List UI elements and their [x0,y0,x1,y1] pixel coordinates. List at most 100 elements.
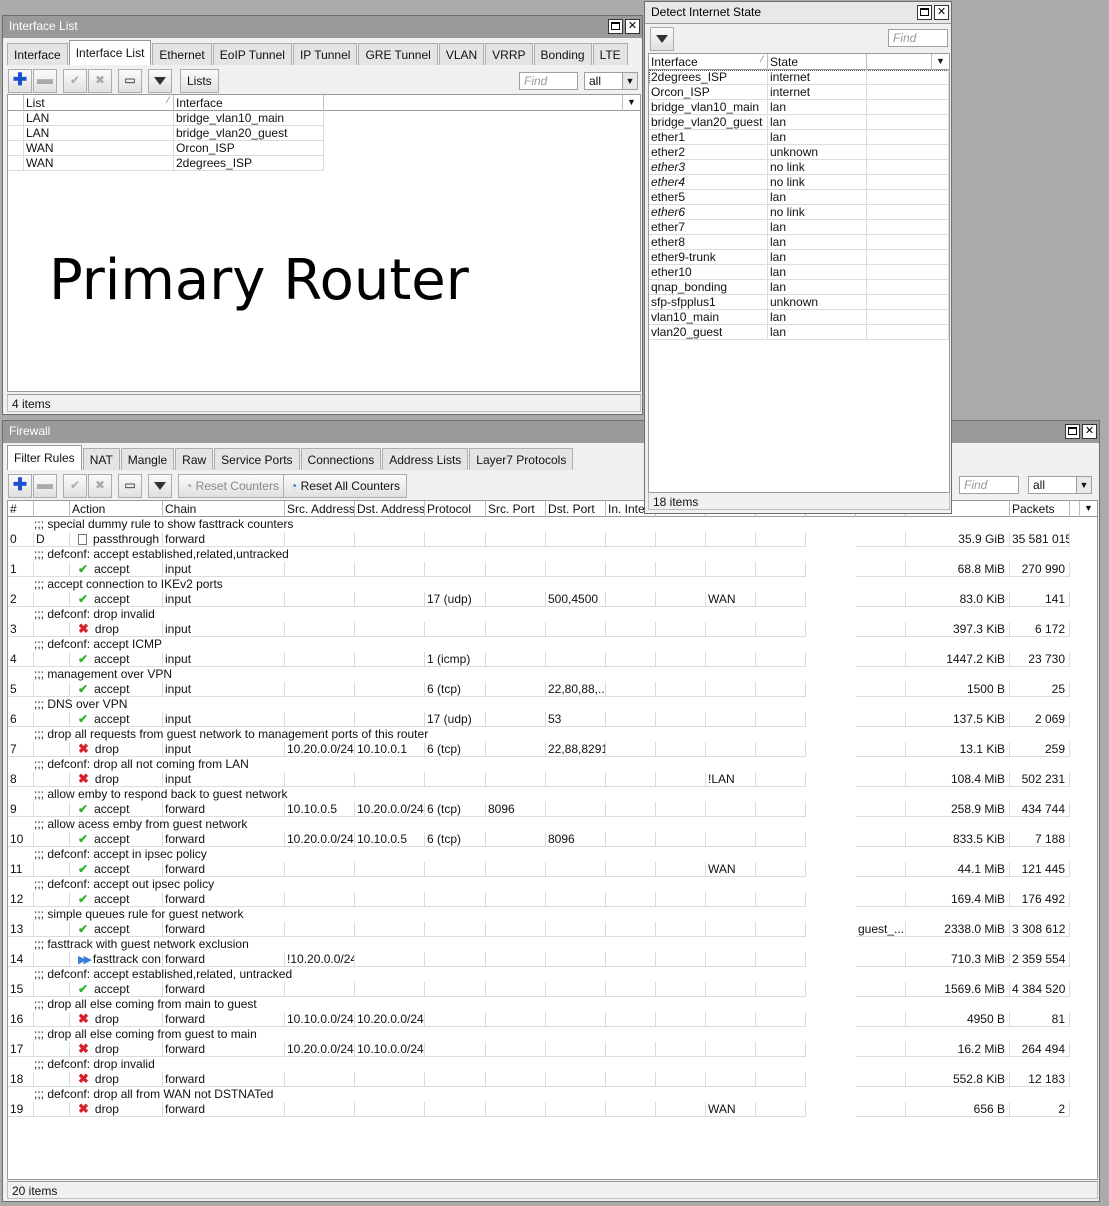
remove-button[interactable]: ▬ [33,69,57,93]
table-row[interactable]: ether7 lan [649,220,949,235]
comment-row[interactable]: ;;; defconf: accept ICMP [8,637,1097,652]
comment-row[interactable]: ;;; simple queues rule for guest network [8,907,1097,922]
tab-interface[interactable]: Interface [7,43,68,65]
table-row[interactable]: 13 ✔ accept forward guest_... 2338.0 MiB 3 308… [8,922,1097,937]
remove-button[interactable]: ▬ [33,474,57,498]
detect-internet-titlebar[interactable]: Detect Internet State ✕ [645,2,951,24]
tab-ethernet[interactable]: Ethernet [152,43,212,65]
table-row[interactable]: 9 ✔ accept forward 10.10.0.5 10.20.0.0/24 6 (t… [8,802,1097,817]
table-row[interactable]: 12 ✔ accept forward 169.4 MiB 176 492 [8,892,1097,907]
table-row[interactable]: 2degrees_ISP internet [649,70,949,85]
comment-row[interactable]: ;;; fasttrack with guest network exclusi… [8,937,1097,952]
table-row[interactable]: 5 ✔ accept input 6 (tcp) 22,80,88,... 1500 B 25 [8,682,1097,697]
comment-row[interactable]: ;;; defconf: drop all not coming from LA… [8,757,1097,772]
table-row[interactable]: ether4 no link [649,175,949,190]
filter-button[interactable] [148,69,172,93]
comment-button[interactable]: ▭ [118,474,142,498]
tab-ip-tunnel[interactable]: IP Tunnel [292,43,358,65]
lists-button[interactable]: Lists [180,69,219,93]
table-row[interactable]: 11 ✔ accept forward WAN 44.1 MiB 121 445 [8,862,1097,877]
interface-list-titlebar[interactable]: Interface List ✕ [3,16,642,38]
find-input[interactable]: Find [888,29,948,47]
table-row[interactable]: ether8 lan [649,235,949,250]
column-chooser-icon[interactable]: ▼ [1079,501,1097,517]
table-row[interactable]: 2 ✔ accept input 17 (udp) 500,4500 WAN 83.0 KiB… [8,592,1097,607]
table-row[interactable]: 7 ✖ drop input 10.20.0.0/24 10.10.0.1 6 (tcp) 2… [8,742,1097,757]
tab-nat[interactable]: NAT [82,448,120,470]
table-row[interactable]: 3 ✖ drop input 397.3 KiB 6 172 [8,622,1097,637]
table-row[interactable]: 19 ✖ drop forward WAN 656 B2 [8,1102,1097,1117]
tab-filter-rules[interactable]: Filter Rules [7,445,82,470]
comment-row[interactable]: ;;; allow emby to respond back to guest … [8,787,1097,802]
find-input[interactable]: Find [519,72,578,90]
table-row[interactable]: vlan20_guest lan [649,325,949,340]
table-row[interactable]: 1 ✔ accept input 68.8 MiB 270 990 [8,562,1097,577]
disable-button[interactable]: ✖ [88,474,112,498]
column-chooser-icon[interactable]: ▼ [931,54,949,70]
column-header-protocol[interactable]: Protocol [425,501,486,517]
table-row[interactable]: LAN bridge_vlan20_guest [8,126,640,141]
disable-button[interactable]: ✖ [88,69,112,93]
table-row[interactable]: 17 ✖ drop forward 10.20.0.0/24 10.10.0.0/24 16… [8,1042,1097,1057]
column-header-chain[interactable]: Chain [163,501,285,517]
table-row[interactable]: Orcon_ISP internet [649,85,949,100]
column-header-interface[interactable]: Interface ⁄ [649,54,768,70]
table-row[interactable]: ether2 unknown [649,145,949,160]
table-row[interactable]: bridge_vlan10_main lan [649,100,949,115]
comment-row[interactable]: ;;; defconf: accept in ipsec policy [8,847,1097,862]
reset-counters-button[interactable]: ◔ Reset Counters [178,474,286,498]
comment-row[interactable]: ;;; DNS over VPN [8,697,1097,712]
column-header-number[interactable]: # [8,501,34,517]
enable-button[interactable]: ✔ [63,474,87,498]
filter-select[interactable]: all ▼ [1028,476,1092,494]
column-header-list[interactable]: List ⁄ [24,95,174,111]
add-button[interactable]: ✚ [8,69,32,93]
table-row[interactable]: bridge_vlan20_guest lan [649,115,949,130]
table-row[interactable]: qnap_bonding lan [649,280,949,295]
comment-row[interactable]: ;;; drop all else coming from main to gu… [8,997,1097,1012]
table-row[interactable]: 0 Dpassthrough forward 35.9 GiB 35 581 015 [8,532,1097,547]
comment-row[interactable]: ;;; defconf: accept out ipsec policy [8,877,1097,892]
column-header-packets[interactable]: Packets [1010,501,1070,517]
add-button[interactable]: ✚ [8,474,32,498]
comment-row[interactable]: ;;; drop all requests from guest network… [8,727,1097,742]
table-row[interactable]: ether9-trunk lan [649,250,949,265]
tab-layer7-protocols[interactable]: Layer7 Protocols [469,448,574,470]
table-row[interactable]: WAN 2degrees_ISP [8,156,640,171]
comment-row[interactable]: ;;; defconf: drop all from WAN not DSTNA… [8,1087,1097,1102]
tab-connections[interactable]: Connections [300,448,382,470]
column-header-dst-address[interactable]: Dst. Address [355,501,425,517]
column-header-interface[interactable]: Interface [174,95,324,111]
maximize-button[interactable] [917,5,932,20]
comment-row[interactable]: ;;; management over VPN [8,667,1097,682]
table-row[interactable]: ether3 no link [649,160,949,175]
close-button[interactable]: ✕ [934,5,949,20]
comment-row[interactable]: ;;; drop all else coming from guest to m… [8,1027,1097,1042]
tab-vlan[interactable]: VLAN [438,43,485,65]
column-header-dst-port[interactable]: Dst. Port [546,501,606,517]
table-row[interactable]: 4 ✔ accept input 1 (icmp) 1447.2 KiB 23 730 [8,652,1097,667]
comment-button[interactable]: ▭ [118,69,142,93]
tab-mangle[interactable]: Mangle [120,448,175,470]
tab-address-lists[interactable]: Address Lists [382,448,469,470]
table-row[interactable]: 16 ✖ drop forward 10.10.0.0/24 10.20.0.0/24 49… [8,1012,1097,1027]
table-row[interactable]: ether6 no link [649,205,949,220]
comment-row[interactable]: ;;; defconf: drop invalid [8,1057,1097,1072]
comment-row[interactable]: ;;; allow acess emby from guest network [8,817,1097,832]
maximize-button[interactable] [608,19,623,34]
table-row[interactable]: LAN bridge_vlan10_main [8,111,640,126]
comment-row[interactable]: ;;; special dummy rule to show fasttrack… [8,517,1097,532]
column-header-action[interactable]: Action [70,501,163,517]
close-button[interactable]: ✕ [1082,424,1097,439]
table-row[interactable]: 15 ✔ accept forward 1569.6 MiB 4 384 520 [8,982,1097,997]
comment-row[interactable]: ;;; defconf: accept established,related,… [8,547,1097,562]
table-row[interactable]: 10 ✔ accept forward 10.20.0.0/24 10.10.0.5 6 (… [8,832,1097,847]
find-input[interactable]: Find [959,476,1019,494]
reset-all-counters-button[interactable]: ◔ Reset All Counters [283,474,407,498]
column-header-src-port[interactable]: Src. Port [486,501,546,517]
column-chooser-icon[interactable]: ▼ [622,95,640,111]
comment-row[interactable]: ;;; defconf: accept established,related,… [8,967,1097,982]
table-row[interactable]: vlan10_main lan [649,310,949,325]
tab-bonding[interactable]: Bonding [533,43,592,65]
filter-select[interactable]: all ▼ [584,72,638,90]
